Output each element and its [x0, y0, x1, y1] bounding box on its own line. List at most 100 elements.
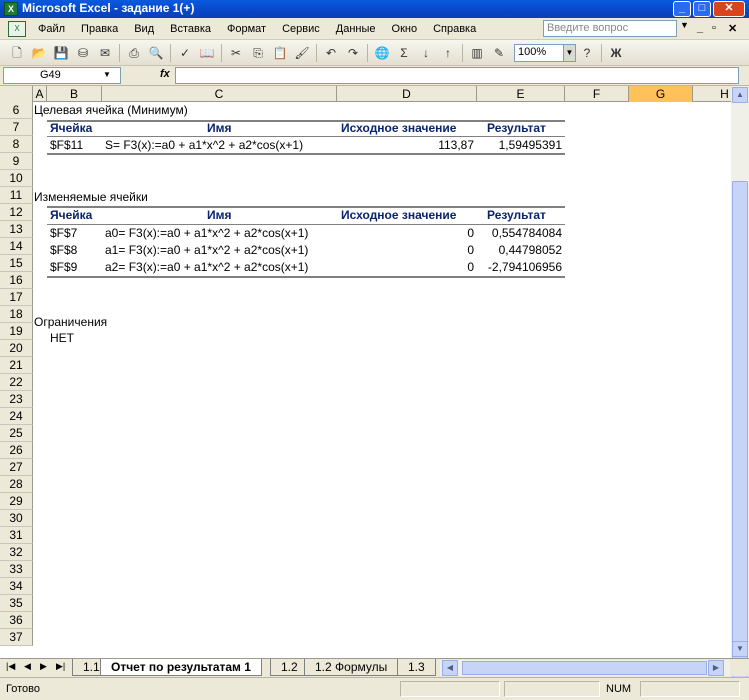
undo-icon[interactable]: ↶ — [322, 44, 340, 62]
cut-icon[interactable]: ✂ — [227, 44, 245, 62]
row-header[interactable]: 12 — [0, 204, 33, 221]
row-header[interactable]: 13 — [0, 221, 33, 238]
research-icon[interactable]: 📖 — [198, 44, 216, 62]
row-header[interactable]: 19 — [0, 323, 33, 340]
menu-format[interactable]: Формат — [219, 23, 274, 35]
sheet-tab[interactable]: 1.2 — [270, 659, 309, 676]
zoom-input[interactable]: 100% — [514, 43, 564, 62]
row-header[interactable]: 29 — [0, 493, 33, 510]
row-header[interactable]: 8 — [0, 136, 33, 153]
row-header[interactable]: 36 — [0, 612, 33, 629]
scroll-down-icon[interactable]: ▼ — [732, 641, 748, 657]
paste-icon[interactable]: 📋 — [271, 44, 289, 62]
copy-icon[interactable]: ⎘ — [249, 44, 267, 62]
row-header[interactable]: 30 — [0, 510, 33, 527]
vertical-scroll-thumb[interactable] — [732, 181, 748, 700]
row-header[interactable]: 15 — [0, 255, 33, 272]
row-header[interactable]: 27 — [0, 459, 33, 476]
maximize-button[interactable]: □ — [693, 1, 711, 17]
worksheet-grid[interactable]: A B C D E F G H 6 7 8 9 10 11 12 13 14 1… — [0, 86, 749, 658]
scroll-left-icon[interactable]: ◀ — [442, 660, 458, 676]
column-header-f[interactable]: F — [565, 86, 629, 102]
select-all-corner[interactable] — [0, 86, 33, 102]
row-header[interactable]: 21 — [0, 357, 33, 374]
row-header[interactable]: 35 — [0, 595, 33, 612]
name-box-dropdown-icon[interactable]: ▼ — [103, 70, 111, 79]
row-header[interactable]: 23 — [0, 391, 33, 408]
scroll-right-icon[interactable]: ▶ — [708, 660, 724, 676]
help-icon[interactable]: ? — [578, 44, 596, 62]
menu-help[interactable]: Справка — [425, 23, 484, 35]
ask-dropdown-icon[interactable]: ▼ — [680, 20, 689, 30]
ask-question-input[interactable]: Введите вопрос — [543, 20, 677, 37]
autosum-icon[interactable]: Σ — [395, 44, 413, 62]
zoom-dropdown-icon[interactable]: ▼ — [564, 43, 576, 62]
row-header[interactable]: 34 — [0, 578, 33, 595]
first-sheet-icon[interactable]: |◀ — [6, 661, 15, 672]
menu-edit[interactable]: Правка — [73, 23, 126, 35]
sheet-tab[interactable]: 1.2 Формулы — [304, 659, 399, 676]
row-header[interactable]: 10 — [0, 170, 33, 187]
sheet-tab[interactable]: 1.3 — [397, 659, 436, 676]
sheet-tab-active[interactable]: Отчет по результатам 1 — [100, 659, 262, 676]
close-button[interactable]: ✕ — [713, 1, 745, 17]
minimize-button[interactable]: _ — [673, 1, 691, 17]
row-header[interactable]: 31 — [0, 527, 33, 544]
column-header-d[interactable]: D — [337, 86, 477, 102]
row-header[interactable]: 11 — [0, 187, 33, 204]
row-header[interactable]: 26 — [0, 442, 33, 459]
row-header[interactable]: 33 — [0, 561, 33, 578]
new-icon[interactable]: 🗋 — [8, 44, 26, 62]
print-preview-icon[interactable]: 🔍 — [147, 44, 165, 62]
row-header[interactable]: 7 — [0, 119, 33, 136]
row-header[interactable]: 18 — [0, 306, 33, 323]
horizontal-scroll-thumb[interactable] — [462, 661, 707, 675]
excel-app-icon[interactable]: X — [4, 2, 18, 16]
row-header[interactable]: 37 — [0, 629, 33, 646]
scroll-up-icon[interactable]: ▲ — [732, 87, 748, 103]
row-header[interactable]: 16 — [0, 272, 33, 289]
menu-data[interactable]: Данные — [328, 23, 384, 35]
horizontal-scrollbar[interactable]: ◀ ▶ — [440, 660, 730, 676]
vertical-scrollbar[interactable]: ▲ ▼ — [731, 86, 749, 700]
column-header-a[interactable]: A — [33, 86, 47, 102]
chart-wizard-icon[interactable]: ▥ — [468, 44, 486, 62]
print-icon[interactable]: ⎙ — [125, 44, 143, 62]
open-icon[interactable]: 📂 — [30, 44, 48, 62]
row-header[interactable]: 24 — [0, 408, 33, 425]
redo-icon[interactable]: ↷ — [344, 44, 362, 62]
column-header-g[interactable]: G — [629, 86, 693, 102]
insert-function-icon[interactable]: fx — [160, 68, 170, 80]
row-header[interactable]: 17 — [0, 289, 33, 306]
sort-ascending-icon[interactable]: ↓ — [417, 44, 435, 62]
prev-sheet-icon[interactable]: ◀ — [24, 661, 31, 672]
menu-insert[interactable]: Вставка — [162, 23, 219, 35]
column-header-b[interactable]: B — [47, 86, 102, 102]
format-painter-icon[interactable]: 🖌 — [293, 44, 311, 62]
bold-button[interactable]: Ж — [607, 44, 625, 62]
document-icon[interactable]: X — [8, 20, 26, 37]
hyperlink-icon[interactable]: 🌐 — [373, 44, 391, 62]
row-header[interactable]: 6 — [0, 102, 33, 119]
email-icon[interactable]: ✉ — [96, 44, 114, 62]
row-header[interactable]: 32 — [0, 544, 33, 561]
sort-descending-icon[interactable]: ↑ — [439, 44, 457, 62]
row-header[interactable]: 9 — [0, 153, 33, 170]
doc-restore-button[interactable]: ▫ — [712, 22, 716, 34]
column-header-c[interactable]: C — [102, 86, 337, 102]
menu-window[interactable]: Окно — [384, 23, 426, 35]
menu-tools[interactable]: Сервис — [274, 23, 328, 35]
menu-file[interactable]: Файл — [30, 23, 73, 35]
save-icon[interactable]: 💾 — [52, 44, 70, 62]
permission-icon[interactable]: ⛁ — [74, 44, 92, 62]
column-header-e[interactable]: E — [477, 86, 565, 102]
doc-close-button[interactable]: ✕ — [728, 22, 737, 35]
menu-view[interactable]: Вид — [126, 23, 162, 35]
row-header[interactable]: 22 — [0, 374, 33, 391]
formula-input[interactable] — [175, 67, 739, 84]
row-header[interactable]: 28 — [0, 476, 33, 493]
row-header[interactable]: 25 — [0, 425, 33, 442]
next-sheet-icon[interactable]: ▶ — [40, 661, 47, 672]
spelling-icon[interactable]: ✓ — [176, 44, 194, 62]
row-header[interactable]: 20 — [0, 340, 33, 357]
